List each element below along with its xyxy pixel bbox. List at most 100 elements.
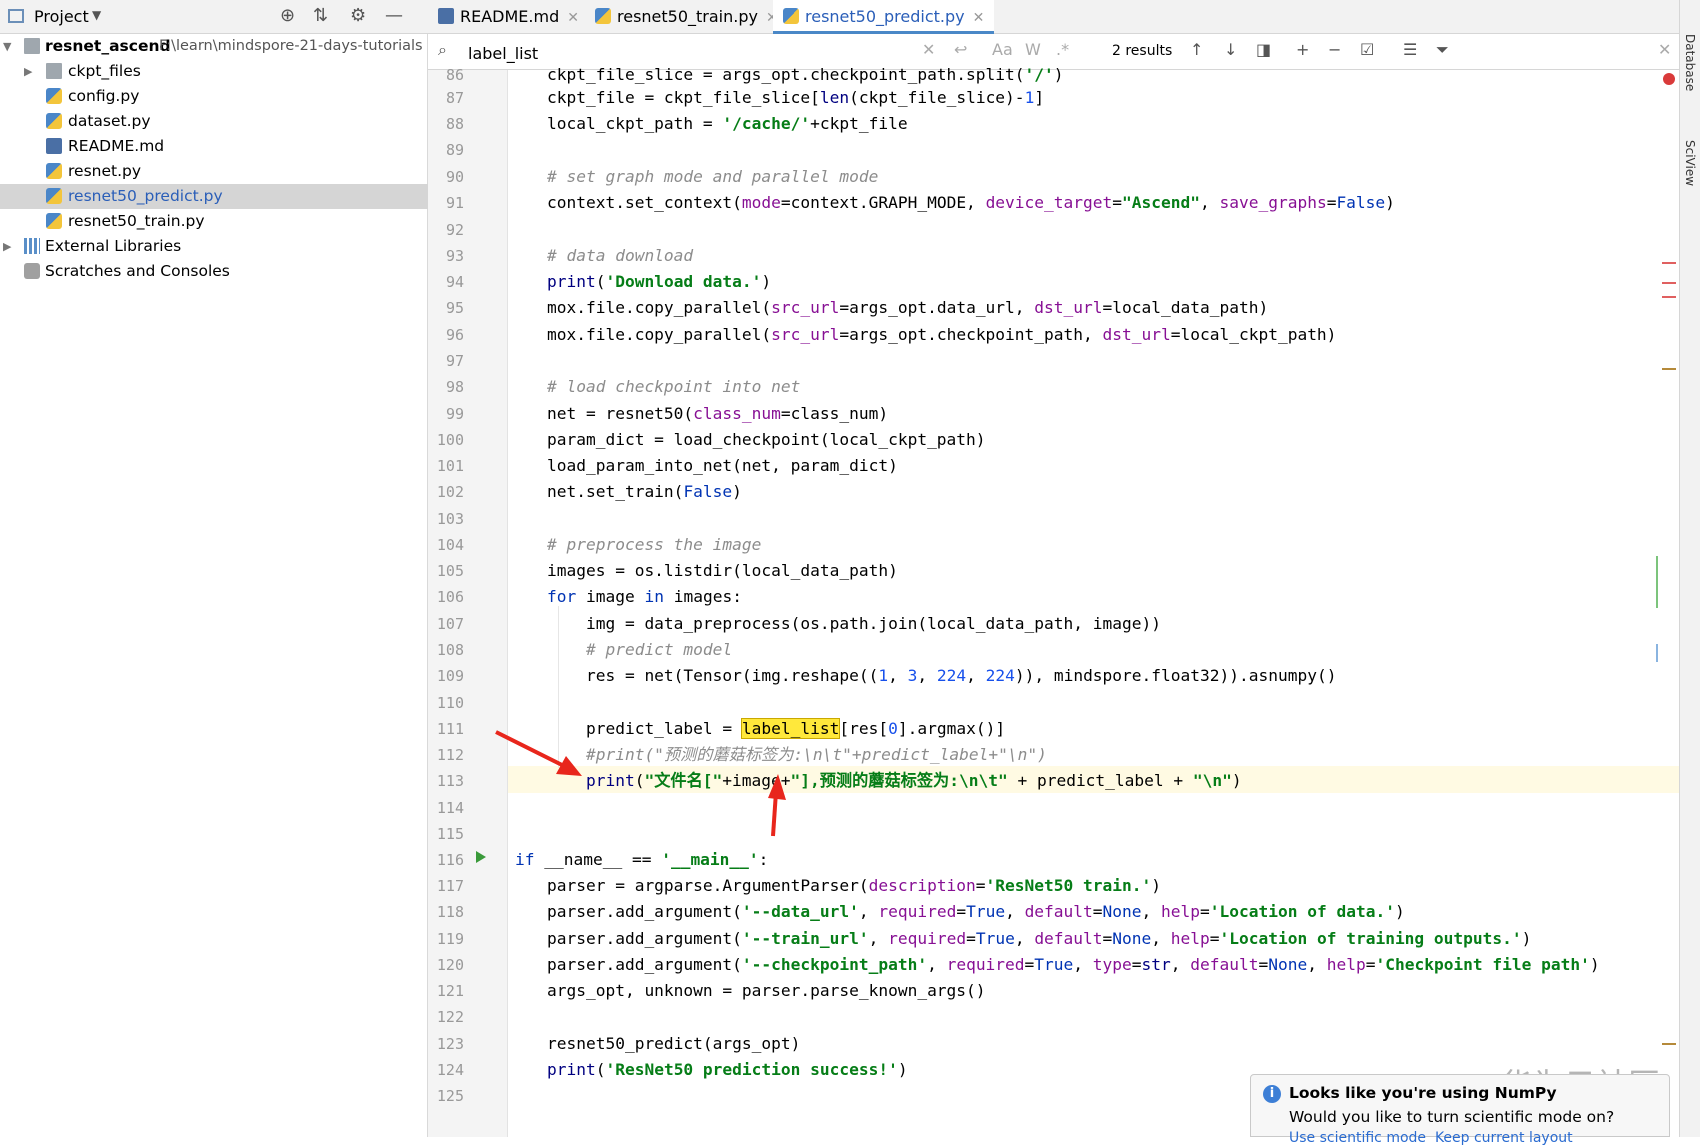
tree-item-scratches[interactable]: Scratches and Consoles — [0, 259, 428, 284]
code-line-93: # data download — [508, 246, 694, 265]
code-line-96: mox.file.copy_parallel(src_url=args_opt.… — [508, 325, 1337, 344]
line-number: 114 — [436, 799, 464, 817]
filter-icon[interactable]: ⏷ — [1436, 40, 1449, 60]
project-view-icon — [8, 9, 24, 23]
code-line-106: for image in images: — [546, 587, 742, 606]
new-line-icon[interactable]: ↩ — [954, 40, 967, 59]
code-line-88: local_ckpt_path = '/cache/'+ckpt_file — [508, 114, 908, 133]
close-icon[interactable]: ✕ — [1658, 40, 1671, 59]
select-all-occurrences-icon[interactable]: ◨ — [1256, 40, 1271, 59]
close-icon[interactable]: ✕ — [567, 10, 579, 26]
line-number: 87 — [445, 89, 464, 107]
database-tool-button[interactable]: Database — [1683, 34, 1697, 91]
tab-resnet50-train[interactable]: resnet50_train.py ✕ — [595, 0, 778, 34]
scroll-marker — [1662, 1043, 1676, 1045]
code-line-119: parser.add_argument('--train_url', requi… — [508, 929, 1532, 948]
line-number: 119 — [436, 930, 464, 948]
tree-item-label: Scratches and Consoles — [45, 262, 230, 280]
line-number: 117 — [436, 877, 464, 895]
line-number: 111 — [436, 720, 464, 738]
error-icon[interactable] — [1663, 73, 1675, 85]
scroll-marker — [1662, 296, 1676, 298]
tree-item-resnet[interactable]: resnet.py — [0, 159, 428, 184]
code-line-90: # set graph mode and parallel mode — [508, 167, 879, 186]
folder-icon — [46, 63, 62, 79]
tree-item-root[interactable]: ▼ resnet_ascend F:\learn\mindspore-21-da… — [0, 34, 428, 59]
run-icon[interactable] — [476, 851, 486, 863]
tab-readme[interactable]: README.md ✕ — [438, 0, 579, 34]
add-occurrence-icon[interactable]: + — [1296, 40, 1309, 59]
notification-links: Use scientific mode Keep current layout — [1289, 1130, 1573, 1146]
minimize-icon[interactable]: — — [385, 5, 403, 26]
gear-icon[interactable]: ⚙ — [350, 5, 366, 26]
annotation-arrowhead-up — [768, 774, 786, 800]
line-number: 91 — [445, 194, 464, 212]
line-number: 90 — [445, 168, 464, 186]
scratches-icon — [24, 263, 40, 279]
code-line-87: ckpt_file = ckpt_file_slice[len(ckpt_fil… — [508, 88, 1045, 107]
close-icon[interactable]: ✕ — [973, 10, 985, 26]
keep-current-layout-link[interactable]: Keep current layout — [1435, 1130, 1573, 1146]
line-number: 100 — [436, 431, 464, 449]
line-number: 102 — [436, 483, 464, 501]
code-line-91: context.set_context(mode=context.GRAPH_M… — [508, 193, 1395, 212]
remove-occurrence-icon[interactable]: − — [1328, 40, 1341, 59]
line-number: 112 — [436, 746, 464, 764]
tab-label: resnet50_train.py — [617, 7, 758, 26]
collapse-all-icon[interactable]: ⇅ — [313, 5, 328, 26]
line-number: 120 — [436, 956, 464, 974]
tree-item-label: README.md — [68, 137, 165, 155]
tree-item-readme[interactable]: README.md — [0, 134, 428, 159]
editor-tab-bar: README.md ✕ resnet50_train.py ✕ resnet50_p… — [428, 0, 1679, 34]
python-file-icon — [46, 88, 62, 104]
change-marker — [1656, 556, 1658, 608]
scroll-marker — [1662, 368, 1676, 370]
chevron-right-icon[interactable]: ▶ — [24, 59, 32, 84]
line-number: 99 — [445, 405, 464, 423]
regex-toggle[interactable]: .* — [1056, 40, 1069, 59]
use-scientific-mode-link[interactable]: Use scientific mode — [1289, 1130, 1426, 1146]
code-line-116: if __name__ == '__main__': — [515, 850, 769, 869]
chevron-down-icon[interactable]: ▼ — [3, 34, 11, 59]
info-icon: i — [1263, 1085, 1281, 1103]
python-file-icon — [46, 188, 62, 204]
annotation-arrows — [495, 730, 786, 837]
tree-item-resnet50-predict[interactable]: resnet50_predict.py — [0, 184, 428, 209]
code-line-120: parser.add_argument('--checkpoint_path',… — [508, 955, 1600, 974]
locate-icon[interactable]: ⊕ — [280, 5, 295, 26]
numpy-notification: i Looks like you're using NumPy Would yo… — [1250, 1074, 1670, 1146]
tree-item-dataset[interactable]: dataset.py — [0, 109, 428, 134]
filter-options-icon[interactable]: ☰ — [1403, 40, 1417, 59]
chevron-right-icon[interactable]: ▶ — [3, 234, 11, 259]
tree-item-config[interactable]: config.py — [0, 84, 428, 109]
chevron-down-icon[interactable]: ▼ — [92, 8, 101, 22]
tree-item-external-libraries[interactable]: ▶ External Libraries — [0, 234, 428, 259]
line-number: 122 — [436, 1008, 464, 1026]
search-results-count: 2 results — [1112, 43, 1173, 59]
whole-words-toggle[interactable]: W — [1025, 40, 1041, 59]
previous-occurrence-icon[interactable]: ↑ — [1190, 40, 1203, 59]
code-line-105: images = os.listdir(local_data_path) — [508, 561, 898, 580]
tree-item-resnet50-train[interactable]: resnet50_train.py — [0, 209, 428, 234]
search-icon[interactable]: ⌕ — [438, 40, 447, 60]
project-view-selector[interactable]: Project — [34, 7, 89, 26]
clear-icon[interactable]: ✕ — [922, 40, 935, 59]
sciview-tool-button[interactable]: SciView — [1683, 140, 1697, 186]
code-line-102: net.set_train(False) — [508, 482, 742, 501]
select-all-icon[interactable]: ☑ — [1360, 40, 1374, 59]
tab-resnet50-predict[interactable]: resnet50_predict.py ✕ — [773, 0, 995, 34]
tree-item-label: config.py — [68, 87, 140, 105]
line-number: 89 — [445, 141, 464, 159]
line-number: 121 — [436, 982, 464, 1000]
code-line-104: # preprocess the image — [508, 535, 762, 554]
scroll-marker — [1662, 282, 1676, 284]
line-number: 98 — [445, 378, 464, 396]
code-line-99: net = resnet50(class_num=class_num) — [508, 404, 889, 423]
annotation-arrow-left — [495, 730, 565, 768]
tree-item-ckpt-files[interactable]: ▶ ckpt_files — [0, 59, 428, 84]
line-number: 106 — [436, 588, 464, 606]
match-case-toggle[interactable]: Aa — [992, 40, 1013, 59]
project-tree: ▼ resnet_ascend F:\learn\mindspore-21-da… — [0, 34, 428, 1137]
next-occurrence-icon[interactable]: ↓ — [1224, 40, 1237, 59]
editor-scrollbar[interactable] — [1665, 70, 1679, 1137]
